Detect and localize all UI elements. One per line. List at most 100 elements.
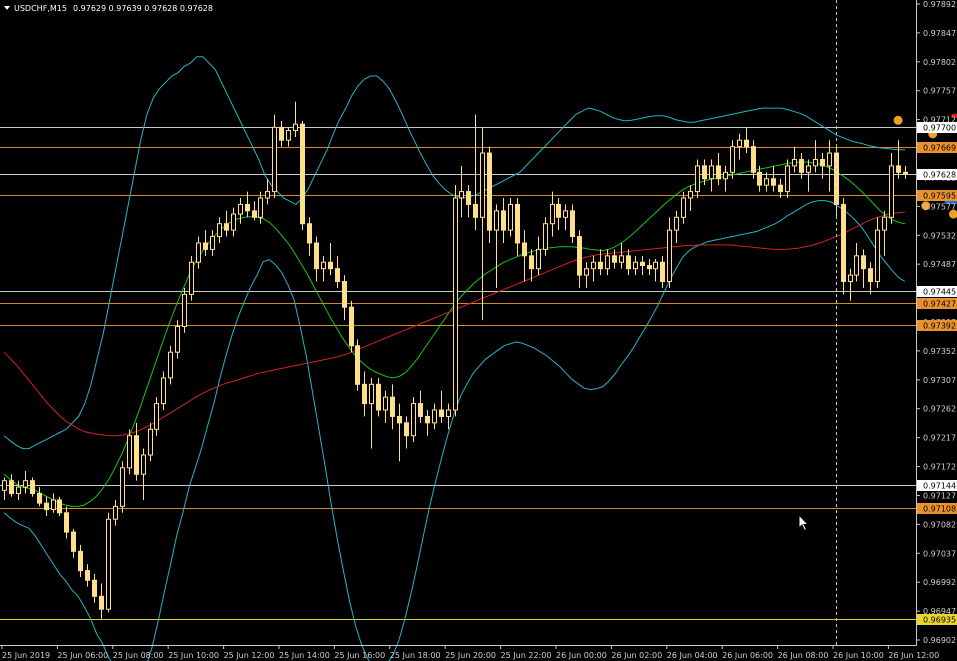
- chart-background: [0, 0, 957, 661]
- candle-body-down: [78, 550, 83, 572]
- candle-body-down: [57, 499, 62, 514]
- candle-body-up: [148, 428, 153, 456]
- candle-body-up: [792, 158, 797, 167]
- candle-body-up: [854, 255, 859, 276]
- candle-body-up: [806, 165, 811, 173]
- price-tick-label: 0.97172: [923, 463, 956, 472]
- candle-body-up: [127, 435, 132, 469]
- candle-body-down: [300, 123, 305, 225]
- candle-body-down: [896, 165, 901, 173]
- time-tick-label: 26 Jun 08:00: [778, 651, 829, 660]
- price-tag-label: 0.96935: [923, 616, 956, 625]
- candle-body-up: [813, 158, 818, 167]
- time-tick-label: 26 Jun 02:00: [611, 651, 662, 660]
- candle-body-down: [771, 178, 776, 186]
- candle-body-down: [224, 223, 229, 231]
- price-tag: 0.97108: [917, 503, 957, 514]
- price-tag-label: 0.97669: [923, 144, 956, 153]
- candle-body-down: [37, 493, 42, 504]
- candle-body-down: [529, 255, 534, 270]
- price-tick-label: 0.97037: [923, 549, 956, 558]
- price-tick-label: 0.97127: [923, 491, 956, 500]
- price-tick-label: 0.97217: [923, 434, 956, 443]
- candle-body-up: [681, 197, 686, 218]
- time-tick-label: 25 Jun 18:00: [390, 651, 441, 660]
- candle-body-up: [875, 229, 880, 283]
- candle-body-up: [2, 480, 7, 491]
- candle-body-down: [487, 152, 492, 231]
- candle-body-up: [653, 261, 658, 270]
- candle: [57, 496, 62, 517]
- candle-body-down: [314, 242, 319, 270]
- candle-body-down: [515, 203, 520, 244]
- candle-body-down: [335, 268, 340, 283]
- candle-body-up: [764, 178, 769, 186]
- candle-body-down: [245, 203, 250, 212]
- price-tag: 0.97669: [917, 142, 957, 153]
- price-tick-label: 0.97262: [923, 405, 956, 414]
- candle-body-down: [903, 171, 908, 175]
- candle-body-up: [120, 467, 125, 507]
- candle-body-down: [279, 126, 284, 141]
- price-tag: 0.97392: [917, 320, 957, 331]
- candle-body-down: [841, 203, 846, 283]
- candle-body-up: [709, 165, 714, 180]
- candle-body-up: [293, 123, 298, 132]
- candle-body-down: [134, 435, 139, 475]
- candle: [355, 339, 360, 391]
- candle-body-up: [16, 486, 21, 495]
- candle-body-up: [238, 203, 243, 215]
- candle: [127, 429, 132, 475]
- price-tag-label: 0.97700: [923, 124, 956, 133]
- candle-body-down: [702, 165, 707, 180]
- candle-body-down: [71, 531, 76, 552]
- time-tick-label: 25 Jun 10:00: [168, 651, 219, 660]
- candle-body-down: [92, 579, 97, 597]
- time-tick-label: 26 Jun 00:00: [556, 651, 607, 660]
- candle-body-down: [868, 268, 873, 283]
- candle-body-down: [397, 415, 402, 424]
- candle-body-down: [861, 255, 866, 270]
- candle-body-up: [827, 152, 832, 167]
- candle-body-down: [425, 415, 430, 424]
- candle-body-up: [154, 403, 159, 430]
- candle-body-down: [626, 255, 631, 270]
- candle-body-down: [203, 242, 208, 250]
- time-tick-label: 25 Jun 2019: [2, 651, 50, 660]
- candle-body-down: [362, 383, 367, 405]
- candle-body-down: [501, 210, 506, 231]
- candle: [841, 198, 846, 295]
- candle-body-down: [612, 255, 617, 263]
- candle: [182, 287, 187, 333]
- time-tick-label: 25 Jun 12:00: [224, 651, 275, 660]
- candle-body-down: [44, 502, 49, 511]
- candle: [189, 255, 194, 301]
- price-tag: 0.96935: [917, 614, 957, 625]
- candle-body-down: [85, 570, 90, 581]
- candle-body-up: [633, 261, 638, 270]
- candle-body-up: [688, 191, 693, 199]
- price-tag-label: 0.97392: [923, 322, 956, 331]
- candle-body-up: [446, 409, 451, 417]
- time-tick-label: 25 Jun 20:00: [445, 651, 496, 660]
- price-tick-label: 0.97892: [923, 0, 956, 9]
- price-chart[interactable]: 0.978920.978470.978020.977570.977120.976…: [0, 0, 957, 661]
- candle: [487, 146, 492, 243]
- candle-body-up: [23, 480, 28, 488]
- candle-body-up: [737, 139, 742, 148]
- price-tag: 0.97144: [917, 480, 957, 491]
- candle-body-up: [453, 197, 458, 411]
- candle-body-up: [730, 146, 735, 173]
- candle-body-down: [570, 210, 575, 238]
- candle-body-down: [466, 191, 471, 205]
- price-tag-label: 0.97445: [923, 288, 956, 297]
- candle-body-down: [820, 158, 825, 167]
- candle-body-down: [376, 383, 381, 411]
- candle-body-down: [328, 261, 333, 270]
- candle-body-down: [390, 396, 395, 417]
- candle-body-up: [106, 518, 111, 610]
- candle-body-up: [459, 191, 464, 199]
- time-tick-label: 26 Jun 04:00: [667, 651, 718, 660]
- candle-body-up: [619, 255, 624, 263]
- candle-body-up: [480, 152, 485, 218]
